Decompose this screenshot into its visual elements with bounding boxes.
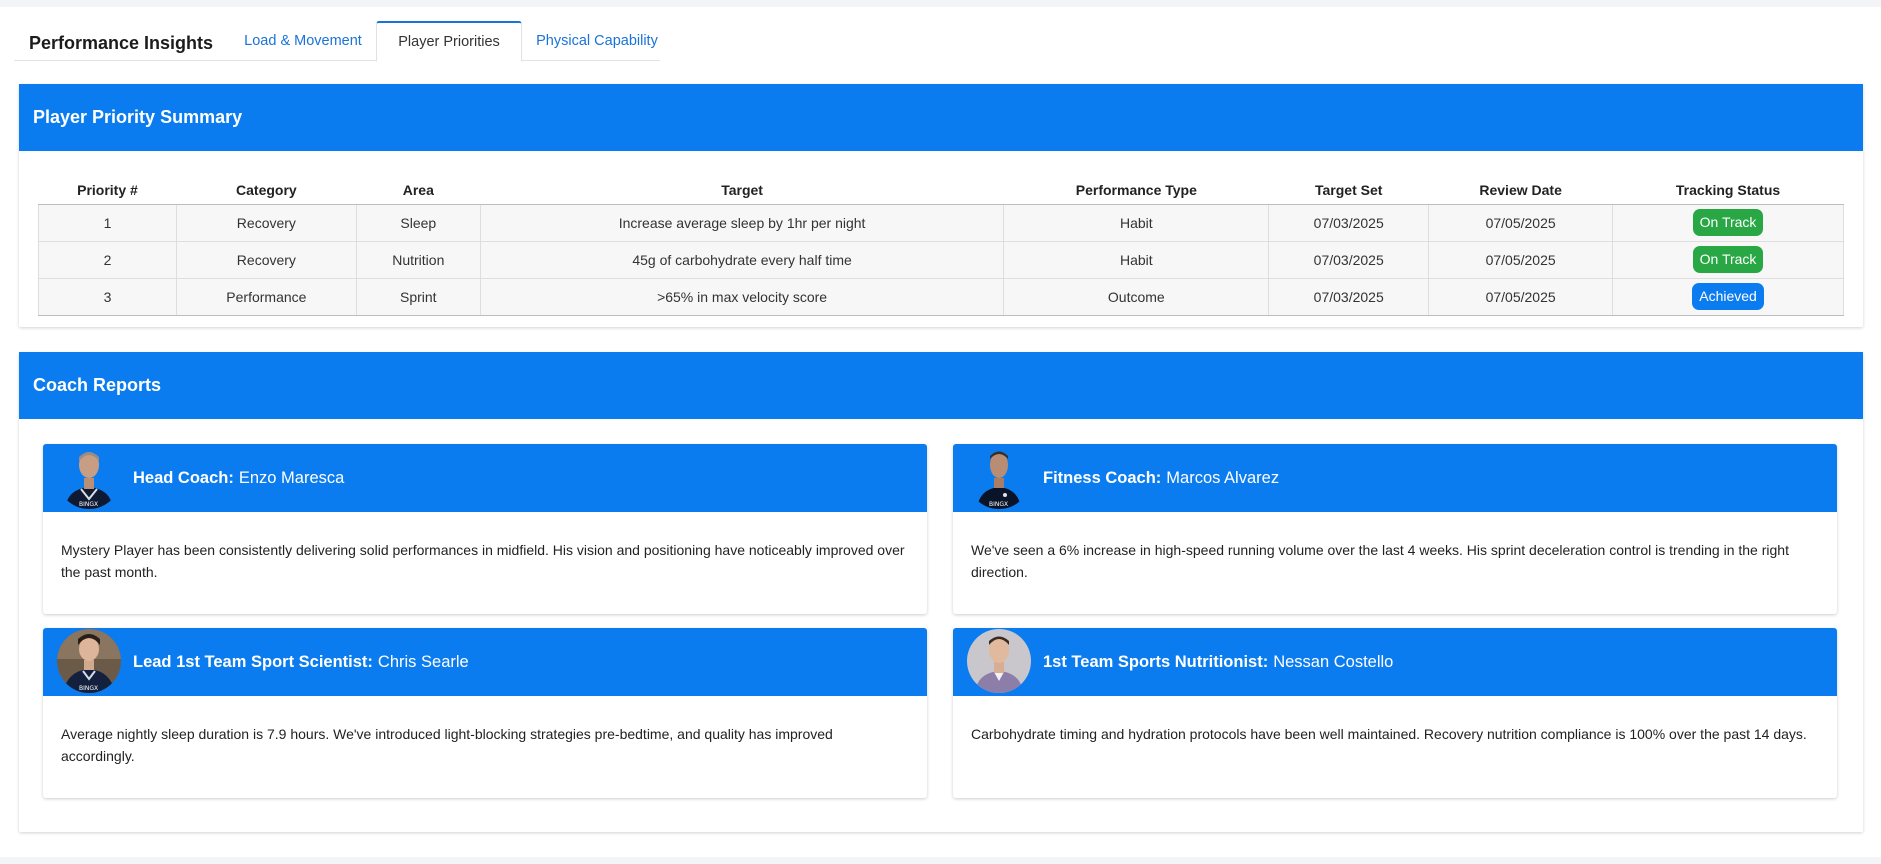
coach-name: Marcos Alvarez [1166, 468, 1280, 487]
priority-table: Priority # Category Area Target Performa… [38, 176, 1844, 316]
column-header: Performance Type [1003, 176, 1269, 205]
target-set-cell: 07/03/2025 [1268, 278, 1430, 316]
svg-text:BINGX: BINGX [79, 501, 98, 508]
tab-load-movement[interactable]: Load & Movement [229, 21, 377, 61]
area-cell: Sleep [355, 204, 481, 242]
priority-number: 1 [38, 204, 177, 242]
table-row: 1 Recovery Sleep Increase average sleep … [38, 204, 1844, 242]
avatar: BINGX [57, 629, 121, 693]
avatar [967, 629, 1031, 693]
table-header-row: Priority # Category Area Target Performa… [38, 176, 1844, 205]
column-header: Review Date [1428, 176, 1613, 205]
column-header: Tracking Status [1612, 176, 1844, 205]
coach-report-text: We've seen a 6% increase in high-speed r… [971, 542, 1789, 580]
priority-number: 2 [38, 241, 177, 279]
performance-type-cell: Habit [1003, 204, 1270, 242]
performance-type-cell: Outcome [1003, 278, 1270, 316]
column-header: Target Set [1268, 176, 1429, 205]
review-date-cell: 07/05/2025 [1428, 241, 1614, 279]
avatar: BINGX [57, 445, 121, 509]
coach-report-text: Mystery Player has been consistently del… [61, 542, 905, 580]
priority-number: 3 [38, 278, 177, 316]
page: Performance Insights Load & Movement Pla… [0, 7, 1881, 857]
tracking-status-cell: On Track [1612, 204, 1844, 242]
review-date-cell: 07/05/2025 [1428, 278, 1614, 316]
tab-bar: Performance Insights Load & Movement Pla… [14, 21, 660, 62]
priority-summary-panel: Player Priority Summary Priority # Categ… [19, 84, 1863, 327]
page-title: Performance Insights [29, 33, 214, 53]
category-cell: Performance [175, 278, 357, 316]
coach-name: Nessan Costello [1273, 652, 1394, 671]
column-header: Category [176, 176, 357, 205]
column-header: Area [356, 176, 481, 205]
tracking-status-cell: On Track [1612, 241, 1844, 279]
target-cell: >65% in max velocity score [479, 278, 1005, 316]
area-cell: Nutrition [355, 241, 481, 279]
review-date-cell: 07/05/2025 [1428, 204, 1614, 242]
target-cell: Increase average sleep by 1hr per night [479, 204, 1005, 242]
priority-summary-title: Player Priority Summary [19, 84, 1863, 151]
coach-role: Fitness Coach: [1043, 468, 1162, 487]
coach-report-text: Carbohydrate timing and hydration protoc… [971, 726, 1807, 742]
column-header: Target [480, 176, 1004, 205]
tab-player-priorities[interactable]: Player Priorities [376, 21, 522, 62]
coach-report-card: 1st Team Sports Nutritionist: Nessan Cos… [953, 628, 1837, 798]
coach-role: 1st Team Sports Nutritionist: [1043, 652, 1269, 671]
table-row: 3 Performance Sprint >65% in max velocit… [38, 278, 1844, 316]
coach-reports-panel: Coach Reports BINGX Head Coach: Enzo Mar… [19, 352, 1863, 832]
tab-physical-capability[interactable]: Physical Capability [522, 21, 672, 61]
area-cell: Sprint [355, 278, 481, 316]
svg-text:BINGX: BINGX [989, 501, 1008, 508]
coach-report-card: BINGX Fitness Coach: Marcos Alvarez We'v… [953, 444, 1837, 614]
target-cell: 45g of carbohydrate every half time [479, 241, 1005, 279]
performance-type-cell: Habit [1003, 241, 1270, 279]
svg-text:BINGX: BINGX [79, 685, 98, 692]
coach-report-card: BINGX Head Coach: Enzo Maresca Mystery P… [43, 444, 927, 614]
category-cell: Recovery [175, 204, 357, 242]
coach-report-header: BINGX Head Coach: Enzo Maresca [43, 444, 927, 512]
category-cell: Recovery [175, 241, 357, 279]
table-row: 2 Recovery Nutrition 45g of carbohydrate… [38, 241, 1844, 279]
coach-role: Lead 1st Team Sport Scientist: [133, 652, 373, 671]
avatar: BINGX [967, 445, 1031, 509]
status-badge: On Track [1692, 209, 1764, 236]
coach-report-card: BINGX Lead 1st Team Sport Scientist: Chr… [43, 628, 927, 798]
coach-report-header: BINGX Fitness Coach: Marcos Alvarez [953, 444, 1837, 512]
status-badge: On Track [1692, 246, 1764, 273]
coach-role: Head Coach: [133, 468, 234, 487]
coach-report-header: BINGX Lead 1st Team Sport Scientist: Chr… [43, 628, 927, 696]
coach-report-header: 1st Team Sports Nutritionist: Nessan Cos… [953, 628, 1837, 696]
coach-reports-title: Coach Reports [19, 352, 1863, 419]
coach-name: Enzo Maresca [238, 468, 345, 487]
tracking-status-cell: Achieved [1612, 278, 1844, 316]
column-header: Priority # [38, 176, 177, 205]
coach-name: Chris Searle [377, 652, 469, 671]
target-set-cell: 07/03/2025 [1268, 204, 1430, 242]
target-set-cell: 07/03/2025 [1268, 241, 1430, 279]
status-badge: Achieved [1692, 283, 1764, 310]
coach-report-text: Average nightly sleep duration is 7.9 ho… [61, 726, 833, 764]
